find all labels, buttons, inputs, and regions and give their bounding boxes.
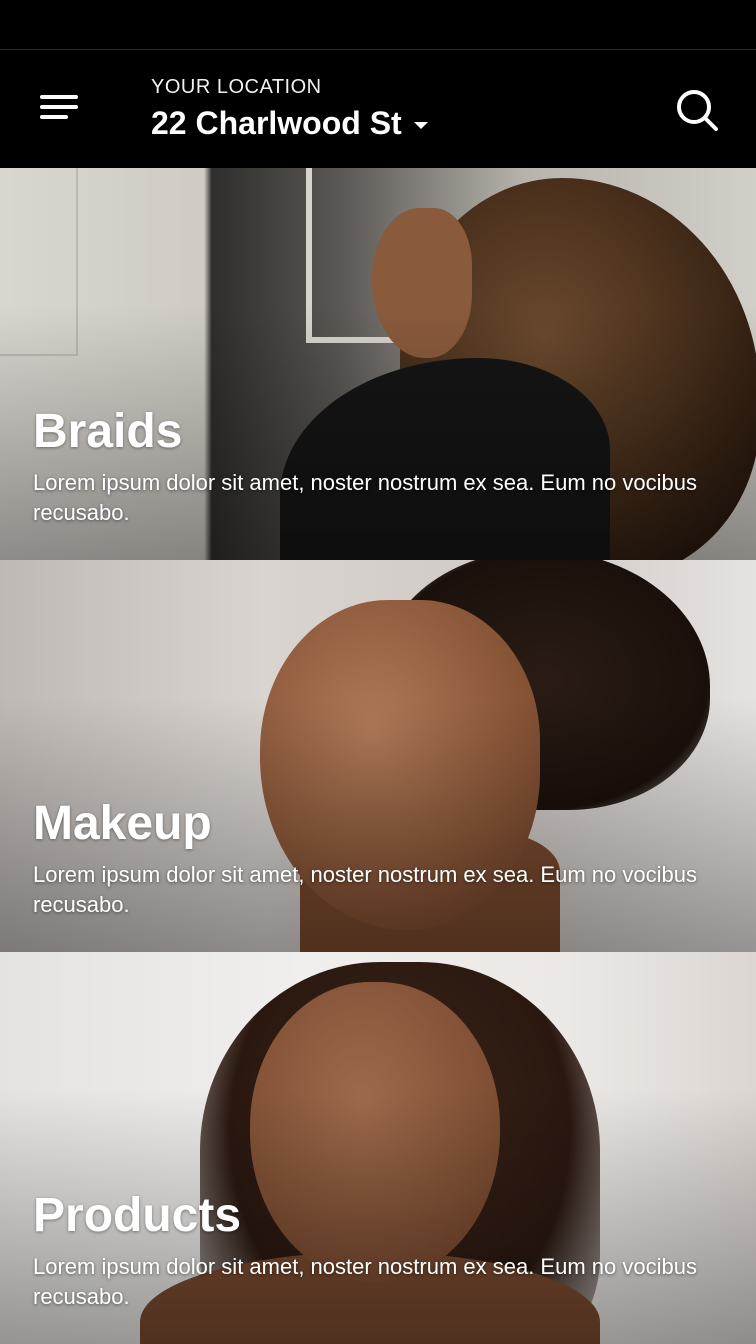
- search-icon[interactable]: [674, 87, 720, 133]
- menu-icon[interactable]: [34, 89, 84, 129]
- card-description: Lorem ipsum dolor sit amet, noster nostr…: [33, 470, 697, 525]
- card-title: Braids: [33, 405, 183, 458]
- location-selector[interactable]: YOUR LOCATION 22 Charlwood St: [151, 76, 428, 142]
- card-title: Products: [33, 1189, 242, 1242]
- status-bar: [0, 0, 756, 50]
- chevron-down-icon: [413, 122, 428, 129]
- location-label: YOUR LOCATION: [151, 76, 322, 98]
- card-description: Lorem ipsum dolor sit amet, noster nostr…: [33, 862, 697, 917]
- category-card-braids[interactable]: Braids Lorem ipsum dolor sit amet, noste…: [0, 168, 756, 560]
- category-card-makeup[interactable]: Makeup Lorem ipsum dolor sit amet, noste…: [0, 560, 756, 952]
- category-card-products[interactable]: Products Lorem ipsum dolor sit amet, nos…: [0, 952, 756, 1344]
- location-dropdown[interactable]: 22 Charlwood St: [151, 105, 428, 142]
- location-value: 22 Charlwood St: [151, 105, 402, 141]
- card-title: Makeup: [33, 797, 212, 850]
- card-description: Lorem ipsum dolor sit amet, noster nostr…: [33, 1254, 697, 1309]
- app-header: YOUR LOCATION 22 Charlwood St: [0, 51, 756, 168]
